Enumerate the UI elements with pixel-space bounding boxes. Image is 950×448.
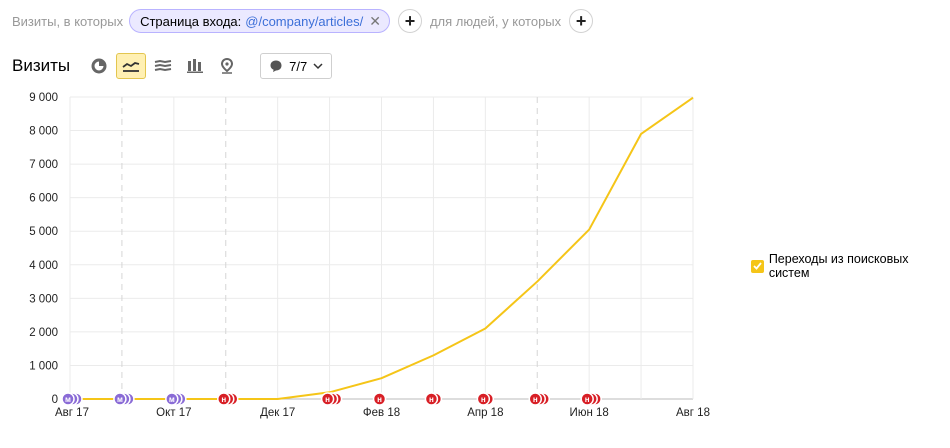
check-icon xyxy=(753,262,762,270)
x-tick-label: Дек 17 xyxy=(260,407,295,419)
annotation-marker-letter: н xyxy=(325,395,330,404)
x-tick-label: Окт 17 xyxy=(156,407,191,419)
legend-label: Переходы из поисковых систем xyxy=(768,252,909,280)
legend-checkbox[interactable] xyxy=(751,259,764,273)
x-tick-label: Авг 18 xyxy=(676,407,710,419)
x-tick-label: Июн 18 xyxy=(570,407,609,419)
annotation-marker-letter: н xyxy=(377,395,382,404)
y-tick-label: 7 000 xyxy=(29,159,58,171)
x-tick-label: Авг 17 xyxy=(55,407,89,419)
y-tick-label: 2 000 xyxy=(29,327,58,339)
annotation-marker-letter: н xyxy=(221,395,226,404)
y-tick-label: 9 000 xyxy=(29,92,58,104)
x-tick-label: Фев 18 xyxy=(363,407,400,419)
visits-line-chart: 0 1 000 2 000 3 000 4 000 5 000 6 000 7 000 8 00… xyxy=(29,92,710,419)
y-tick-label: 8 000 xyxy=(29,126,58,138)
annotation-marker-letter: н xyxy=(533,395,538,404)
chart-legend[interactable]: Переходы из поисковых систем xyxy=(751,252,950,280)
x-tick-label: Апр 18 xyxy=(467,407,503,419)
annotation-marker-letter: м xyxy=(117,395,123,404)
annotation-marker-letter: н xyxy=(585,395,590,404)
y-tick-label: 4 000 xyxy=(29,260,58,272)
annotation-marker-letter: м xyxy=(169,395,175,404)
y-tick-label: 6 000 xyxy=(29,193,58,205)
annotation-marker-letter: м xyxy=(65,395,71,404)
annotation-marker-letter: н xyxy=(429,395,434,404)
y-tick-label: 3 000 xyxy=(29,293,58,305)
y-tick-label: 0 xyxy=(52,394,58,406)
y-tick-label: 5 000 xyxy=(29,226,58,238)
annotation-marker-letter: н xyxy=(481,395,486,404)
y-tick-label: 1 000 xyxy=(29,360,58,372)
